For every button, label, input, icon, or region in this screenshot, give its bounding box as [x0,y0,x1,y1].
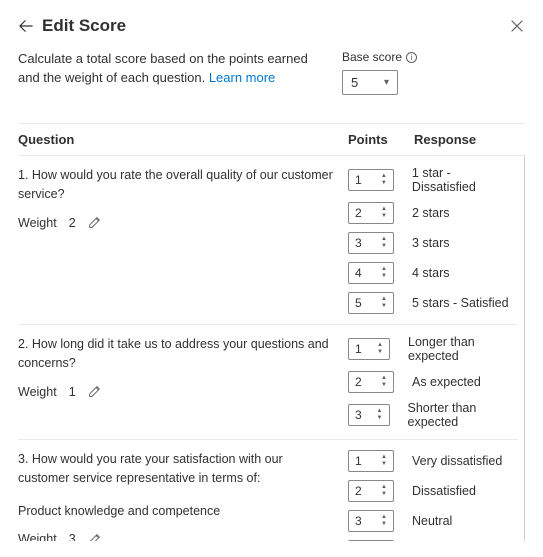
question-block: 1. How would you rate the overall qualit… [18,156,518,325]
points-value: 3 [349,408,377,422]
base-score-label: Base score i [342,50,417,64]
option-row: 1 ▲▼ Longer than expected [348,335,518,363]
option-row: 3 ▲▼ Neutral [348,510,518,532]
chevron-down-icon: ▾ [384,77,389,88]
spinner-controls[interactable]: ▲▼ [381,451,393,471]
aspect-label: Product knowledge and competence [18,502,334,521]
points-value: 4 [349,266,381,280]
option-row: 1 ▲▼ 1 star - Dissatisfied [348,166,518,194]
points-value: 1 [349,454,381,468]
dialog-title: Edit Score [42,16,509,36]
spinner-controls[interactable]: ▲▼ [381,203,393,223]
question-text: 3. How would you rate your satisfaction … [18,450,334,488]
column-header-question: Question [18,132,348,147]
option-row: 3 ▲▼ 3 stars [348,232,518,254]
option-row: 2 ▲▼ 2 stars [348,202,518,224]
question-block: 2. How long did it take us to address yo… [18,325,518,440]
column-header-points: Points [348,132,414,147]
points-spinner[interactable]: 1 ▲▼ [348,450,394,472]
points-spinner[interactable]: 1 ▲▼ [348,169,394,191]
points-value: 2 [349,484,381,498]
base-score-select[interactable]: 5 ▾ [342,70,398,95]
question-block: 3. How would you rate your satisfaction … [18,440,518,541]
points-spinner[interactable]: 2 ▲▼ [348,371,394,393]
description-text: Calculate a total score based on the poi… [18,50,318,88]
points-spinner[interactable]: 4 ▲▼ [348,262,394,284]
points-spinner[interactable]: 3 ▲▼ [348,404,390,426]
points-value: 3 [349,236,381,250]
learn-more-link[interactable]: Learn more [209,70,275,85]
pencil-icon[interactable] [88,385,101,398]
spinner-controls[interactable]: ▲▼ [381,170,393,190]
points-spinner[interactable]: 3 ▲▼ [348,232,394,254]
option-row: 1 ▲▼ Very dissatisfied [348,450,518,472]
spinner-controls[interactable]: ▲▼ [381,511,393,531]
weight-value: 3 [69,530,76,541]
weight-row: Weight 1 [18,383,334,402]
points-spinner[interactable]: 1 ▲▼ [348,338,390,360]
response-text: Very dissatisfied [412,454,502,468]
points-spinner[interactable]: 2 ▲▼ [348,480,394,502]
column-header-response: Response [414,132,525,147]
option-row: 3 ▲▼ Shorter than expected [348,401,518,429]
points-spinner[interactable]: 5 ▲▼ [348,292,394,314]
spinner-controls[interactable]: ▲▼ [377,339,389,359]
option-row: 2 ▲▼ As expected [348,371,518,393]
points-value: 3 [349,514,381,528]
option-row: 4 ▲▼ 4 stars [348,262,518,284]
response-text: 3 stars [412,236,450,250]
points-spinner[interactable]: 3 ▲▼ [348,510,394,532]
response-text: 2 stars [412,206,450,220]
weight-label: Weight [18,530,57,541]
points-value: 1 [349,173,381,187]
response-text: 4 stars [412,266,450,280]
points-value: 2 [349,375,381,389]
response-text: Dissatisfied [412,484,476,498]
spinner-controls[interactable]: ▲▼ [381,233,393,253]
back-arrow-icon[interactable] [18,18,34,34]
points-value: 5 [349,296,381,310]
weight-row: Weight 2 [18,214,334,233]
option-row: 2 ▲▼ Dissatisfied [348,480,518,502]
response-text: Shorter than expected [408,401,518,429]
close-icon[interactable] [509,18,525,34]
response-text: 5 stars - Satisfied [412,296,509,310]
response-text: Longer than expected [408,335,518,363]
weight-value: 2 [69,214,76,233]
weight-label: Weight [18,383,57,402]
spinner-controls[interactable]: ▲▼ [381,481,393,501]
spinner-controls[interactable]: ▲▼ [381,372,393,392]
question-text: 2. How long did it take us to address yo… [18,335,334,373]
base-score-value: 5 [351,75,358,90]
pencil-icon[interactable] [88,216,101,229]
spinner-controls[interactable]: ▲▼ [381,293,393,313]
weight-label: Weight [18,214,57,233]
response-text: 1 star - Dissatisfied [412,166,518,194]
points-value: 1 [349,342,377,356]
points-value: 2 [349,206,381,220]
option-row: 5 ▲▼ 5 stars - Satisfied [348,292,518,314]
response-text: As expected [412,375,481,389]
weight-value: 1 [69,383,76,402]
spinner-controls[interactable]: ▲▼ [381,263,393,283]
questions-scroll-area[interactable]: 1. How would you rate the overall qualit… [18,155,525,541]
weight-row: Weight 3 [18,530,334,541]
info-icon[interactable]: i [406,52,417,63]
points-spinner[interactable]: 2 ▲▼ [348,202,394,224]
question-text: 1. How would you rate the overall qualit… [18,166,334,204]
response-text: Neutral [412,514,452,528]
spinner-controls[interactable]: ▲▼ [377,405,389,425]
pencil-icon[interactable] [88,533,101,541]
